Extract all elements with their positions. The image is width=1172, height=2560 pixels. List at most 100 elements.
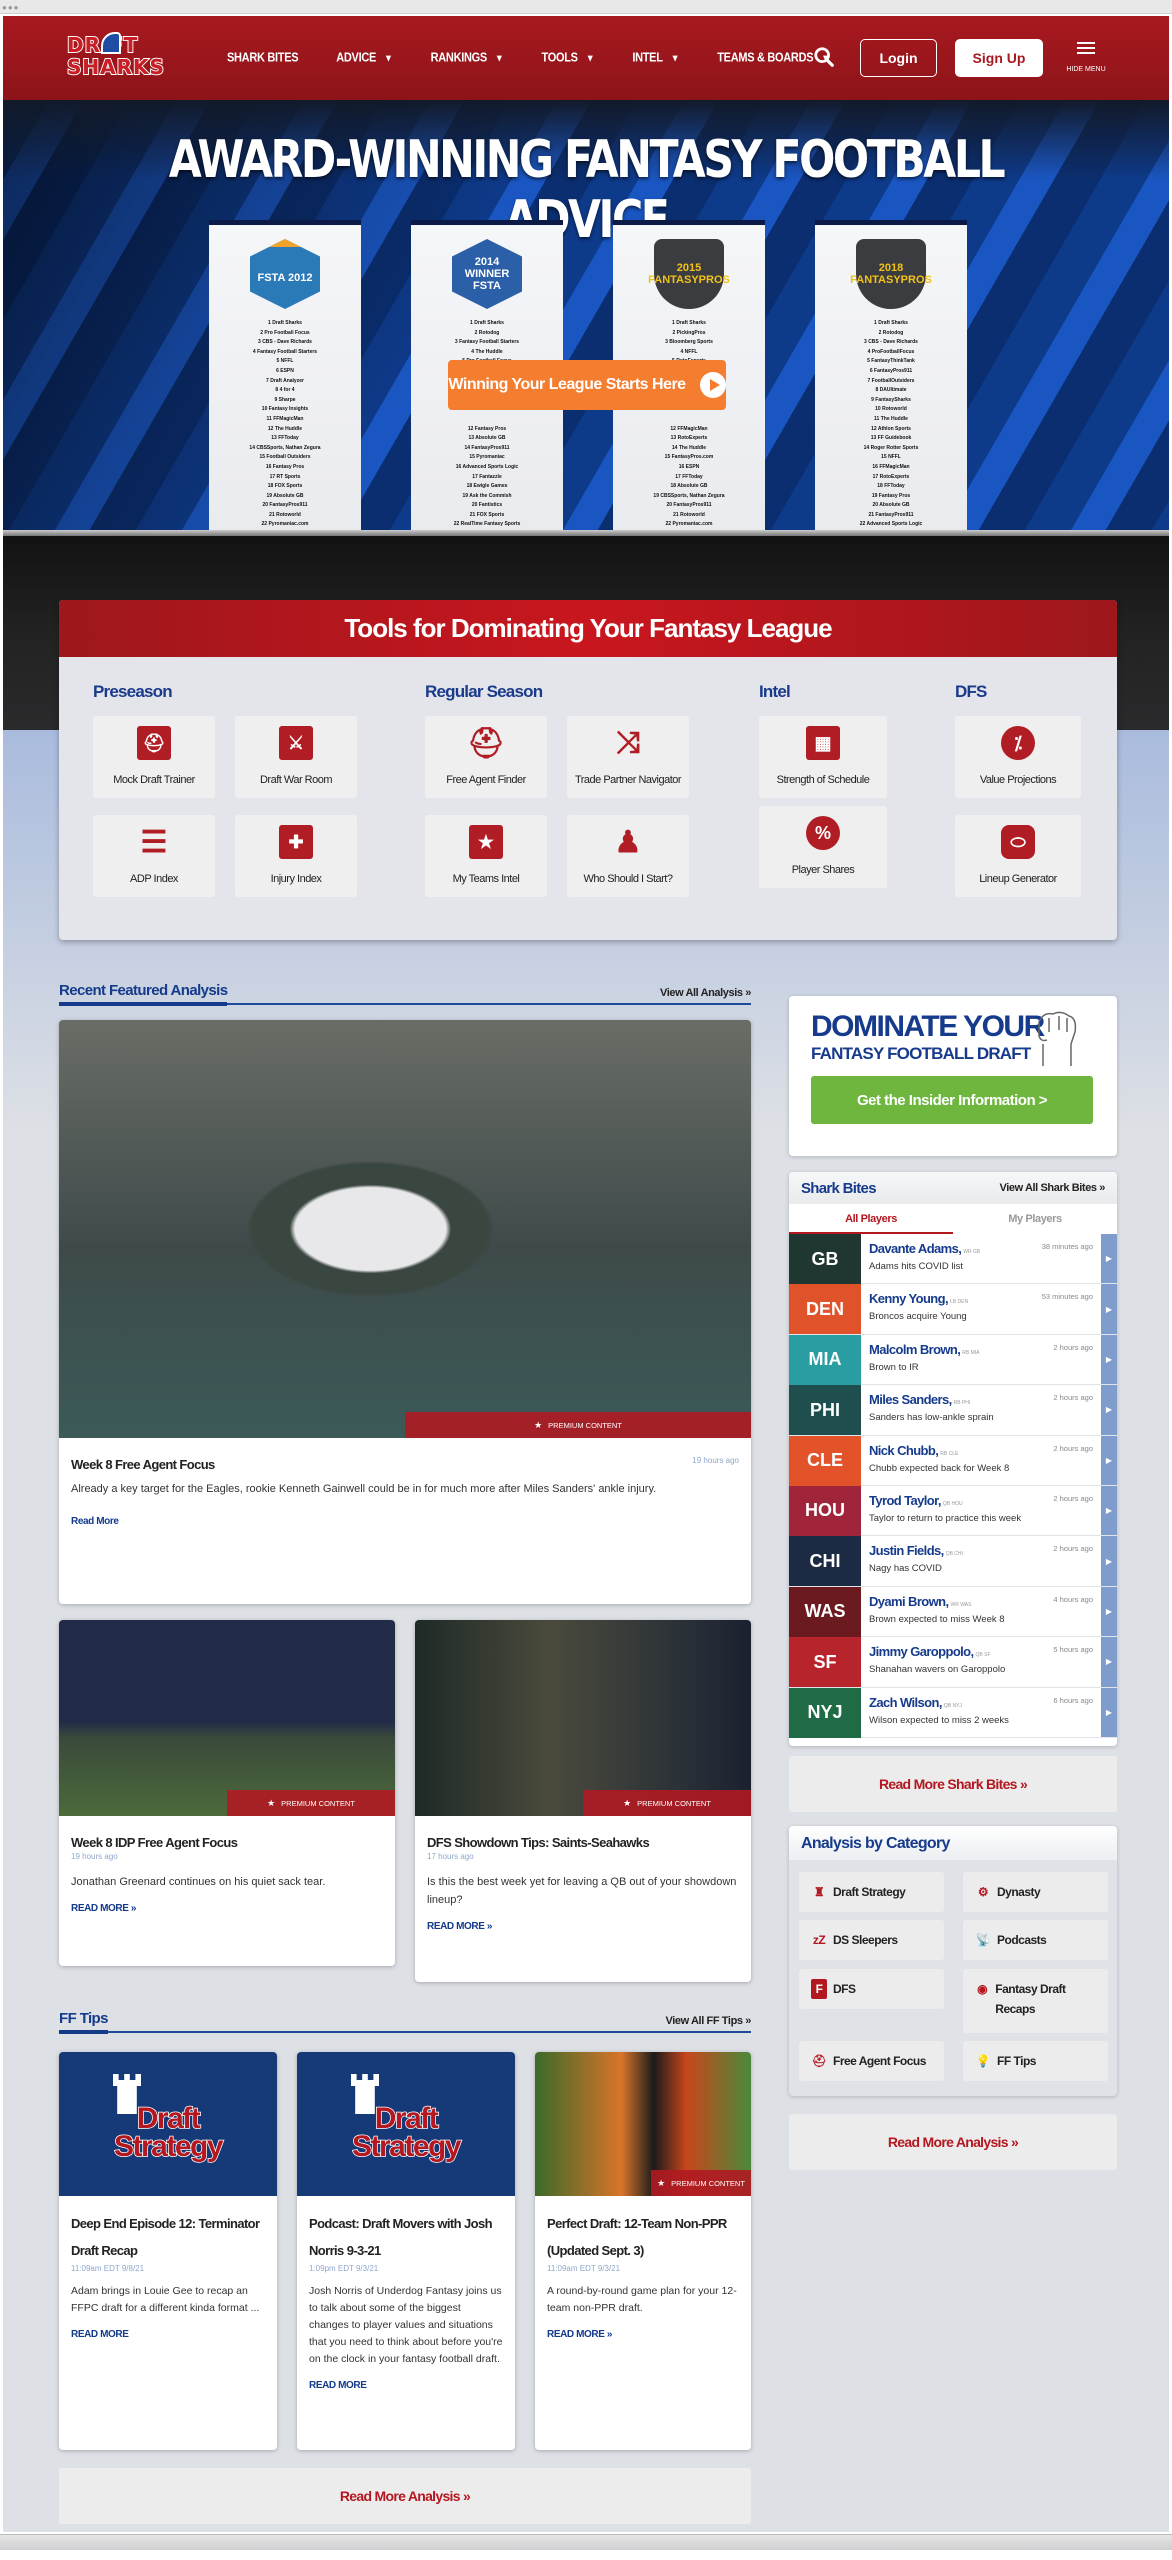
tab-all-players[interactable]: All Players (789, 1204, 953, 1234)
ff-tip-card[interactable]: Draft Strategy Deep End Episode 12: Term… (59, 2052, 277, 2450)
nav-intel[interactable]: INTEL ▼ (632, 51, 679, 65)
view-all-shark-bites-link[interactable]: View All Shark Bites » (999, 1182, 1105, 1194)
chevron-right-icon[interactable]: ▶ (1101, 1385, 1117, 1435)
tool-value-projections[interactable]: ⁒ Value Projections (955, 716, 1081, 798)
chevron-right-icon[interactable]: ▶ (1101, 1586, 1117, 1637)
chevron-right-icon[interactable]: ▶ (1101, 1687, 1117, 1737)
category-draft-strategy[interactable]: ♜ Draft Strategy (799, 1872, 944, 1912)
chevron-right-icon[interactable]: ▶ (1101, 1435, 1117, 1485)
read-more-link[interactable]: READ MORE (309, 2380, 367, 2391)
tool-who-should-i-start[interactable]: ♟ Who Should I Start? (567, 815, 689, 897)
tab-my-players[interactable]: My Players (953, 1204, 1117, 1234)
award-column: FSTA 2012 1 Draft Sharks 2 Pro Football F… (209, 220, 361, 556)
article-title[interactable]: DFS Showdown Tips: Saints-Seahawks (427, 1834, 739, 1852)
player-name[interactable]: Miles Sanders, (869, 1392, 952, 1407)
category-fantasy-draft-recaps[interactable]: ◉ Fantasy Draft Recaps (963, 1969, 1108, 2033)
read-more-link[interactable]: READ MORE » (71, 1903, 136, 1914)
sign-up-button[interactable]: Sign Up (955, 39, 1043, 77)
article-title[interactable]: Deep End Episode 12: Terminator Draft Re… (71, 2210, 265, 2264)
category-dynasty[interactable]: ⚙ Dynasty (963, 1872, 1108, 1912)
award-ranking-entry: 11 The Huddle (874, 415, 908, 422)
nav-rankings[interactable]: RANKINGS ▼ (431, 51, 504, 65)
player-name[interactable]: Tyrod Taylor, (869, 1493, 942, 1508)
tool-my-teams-intel[interactable]: ★ My Teams Intel (425, 815, 547, 897)
tool-player-shares[interactable]: % Player Shares (759, 806, 887, 888)
hide-menu-button[interactable]: HIDE MENU (1063, 42, 1109, 76)
shark-bite-item[interactable]: MIA Malcolm Brown, RB MIA Brown to IR 2 hour… (789, 1334, 1117, 1386)
ff-tip-card[interactable]: ★ PREMIUM CONTENT Perfect Draft: 12-Team … (535, 2052, 751, 2450)
read-more-analysis-sidebar-button[interactable]: Read More Analysis » (789, 2114, 1117, 2170)
article-card[interactable]: ★ PREMIUM CONTENT Week 8 IDP Free Agent F… (59, 1620, 395, 1966)
chevron-right-icon[interactable]: ▶ (1101, 1637, 1117, 1687)
award-ranking-entry: 6 FantasyPros911 (869, 367, 913, 374)
category-ff-tips[interactable]: 💡 FF Tips (963, 2041, 1108, 2081)
tool-lineup-generator[interactable]: ⬭ Lineup Generator (955, 815, 1081, 897)
view-all-analysis-link[interactable]: View All Analysis » (660, 987, 751, 999)
read-more-link[interactable]: READ MORE » (427, 1921, 492, 1932)
shark-bite-item[interactable]: CLE Nick Chubb, RB CLE Chubb expected back … (789, 1435, 1117, 1486)
tool-draft-war-room[interactable]: ⚔ Draft War Room (235, 716, 357, 798)
nav-shark-bites[interactable]: SHARK BITES (227, 51, 299, 65)
featured-article-card[interactable]: ★ PREMIUM CONTENT Week 8 Free Agent Focus… (59, 1020, 751, 1604)
shark-bite-item[interactable]: DEN Kenny Young, LB DEN Broncos acquire You… (789, 1284, 1117, 1335)
tool-injury-index[interactable]: ✚ Injury Index (235, 815, 357, 897)
read-more-shark-bites-button[interactable]: Read More Shark Bites » (789, 1756, 1117, 1812)
player-name[interactable]: Kenny Young, (869, 1291, 949, 1306)
chevron-right-icon[interactable]: ▶ (1101, 1234, 1117, 1284)
draft-sharks-logo[interactable]: DR FT SHARKS (66, 32, 171, 82)
article-title[interactable]: Perfect Draft: 12-Team Non-PPR (Updated … (547, 2210, 739, 2264)
player-name[interactable]: Dyami Brown, (869, 1594, 949, 1609)
tool-strength-of-schedule[interactable]: ▦ Strength of Schedule (759, 716, 887, 798)
tool-label: ADP Index (130, 873, 178, 885)
premium-badge: ★ PREMIUM CONTENT (405, 1412, 751, 1438)
nav-advice[interactable]: ADVICE ▼ (336, 51, 393, 65)
category-dfs[interactable]: F DFS (799, 1969, 944, 2009)
shark-bite-item[interactable]: PHI Miles Sanders, RB PHI Sanders has low-a… (789, 1385, 1117, 1436)
read-more-analysis-button[interactable]: Read More Analysis » (59, 2468, 751, 2524)
tool-mock-draft-trainer[interactable]: ⛑ Mock Draft Trainer (93, 716, 215, 798)
player-name[interactable]: Davante Adams, (869, 1241, 962, 1256)
read-more-link[interactable]: Read More (71, 1516, 119, 1527)
article-title[interactable]: Podcast: Draft Movers with Josh Norris 9… (309, 2210, 503, 2264)
login-button[interactable]: Login (860, 39, 937, 77)
tool-trade-partner-navigator[interactable]: ⤨ Trade Partner Navigator (567, 716, 689, 798)
read-more-link[interactable]: READ MORE » (547, 2329, 612, 2340)
read-more-link[interactable]: READ MORE (71, 2329, 129, 2340)
award-ranking-entry: 7 Draft Analyzer (266, 377, 304, 384)
hamburger-icon (1077, 42, 1095, 54)
tool-free-agent-finder[interactable]: ⛑ Free Agent Finder (425, 716, 547, 798)
shark-bite-item[interactable]: HOU Tyrod Taylor, QB HOU Taylor to return t… (789, 1485, 1117, 1537)
winning-league-cta-button[interactable]: Winning Your League Starts Here (448, 360, 726, 410)
search-icon[interactable] (813, 46, 835, 68)
player-name[interactable]: Zach Wilson, (869, 1695, 942, 1710)
article-title[interactable]: Week 8 IDP Free Agent Focus (71, 1834, 383, 1852)
player-name[interactable]: Nick Chubb, (869, 1443, 939, 1458)
shark-bite-item[interactable]: GB Davante Adams, WR GB Adams hits COVID li… (789, 1234, 1117, 1285)
hero-banner[interactable]: AWARD-WINNING FANTASY FOOTBALL ADVICE FS… (3, 100, 1169, 556)
window-controls[interactable]: ●●● (2, 3, 20, 12)
category-ds-sleepers[interactable]: zZ DS Sleepers (799, 1920, 944, 1960)
category-podcasts[interactable]: 📡 Podcasts (963, 1920, 1108, 1960)
article-title[interactable]: Week 8 Free Agent Focus (71, 1456, 215, 1474)
ff-tip-card[interactable]: Draft Strategy Podcast: Draft Movers wit… (297, 2052, 515, 2450)
award-ranking-list: 1 Draft Sharks 2 Pro Football Focus 3 CBS … (209, 319, 361, 559)
article-card[interactable]: ★ PREMIUM CONTENT DFS Showdown Tips: Sain… (415, 1620, 751, 1982)
chevron-right-icon[interactable]: ▶ (1101, 1334, 1117, 1385)
player-name[interactable]: Malcolm Brown, (869, 1342, 961, 1357)
award-ranking-entry: 19 Absolute GB (266, 492, 304, 499)
shark-bite-item[interactable]: NYJ Zach Wilson, QB NYJ Wilson expected to … (789, 1687, 1117, 1738)
tool-label: Draft War Room (259, 774, 333, 786)
tool-adp-index[interactable]: ☰ ADP Index (93, 815, 215, 897)
get-insider-information-button[interactable]: Get the Insider Information > (811, 1076, 1093, 1124)
player-name[interactable]: Jimmy Garoppolo, (869, 1644, 974, 1659)
chevron-right-icon[interactable]: ▶ (1101, 1536, 1117, 1586)
category-free-agent-focus[interactable]: ⛑ Free Agent Focus (799, 2041, 944, 2081)
chevron-right-icon[interactable]: ▶ (1101, 1284, 1117, 1334)
shark-bite-item[interactable]: WAS Dyami Brown, WR WAS Brown expected to m… (789, 1586, 1117, 1638)
player-name[interactable]: Justin Fields, (869, 1543, 944, 1558)
chevron-right-icon[interactable]: ▶ (1101, 1485, 1117, 1536)
view-all-ff-tips-link[interactable]: View All FF Tips » (665, 2015, 751, 2027)
nav-tools[interactable]: TOOLS ▼ (542, 51, 595, 65)
shark-bite-item[interactable]: CHI Justin Fields, QB CHI Nagy has COVID 2 h… (789, 1536, 1117, 1587)
shark-bite-item[interactable]: SF Jimmy Garoppolo, QB SF Shanahan wavers o… (789, 1637, 1117, 1688)
